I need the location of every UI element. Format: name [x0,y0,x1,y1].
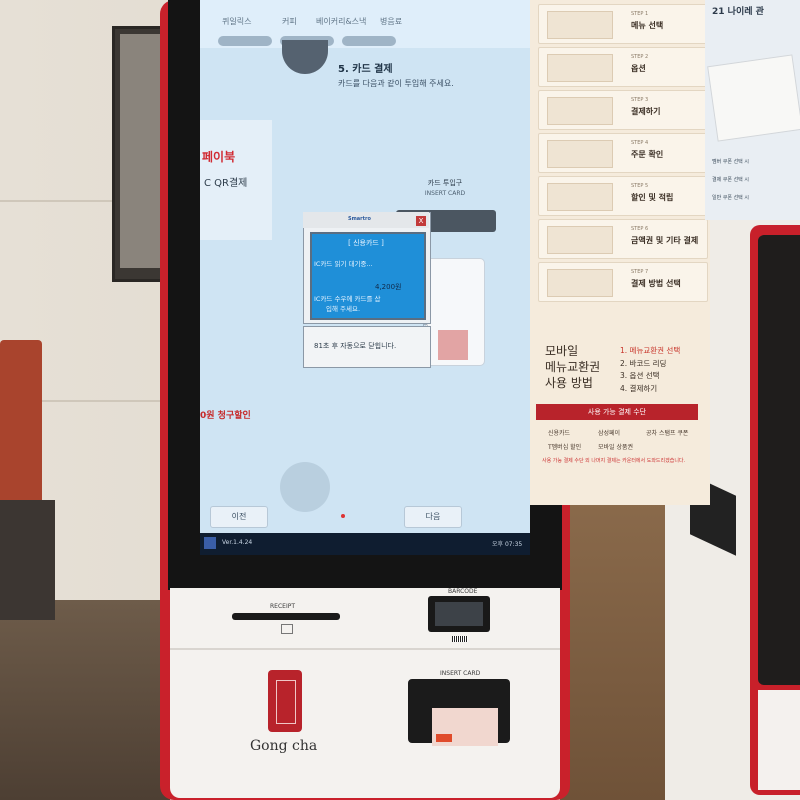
card-chip [436,734,452,742]
popup-brand: Smartro [348,216,371,222]
poster-step-number: STEP 6 [631,226,649,232]
popup-status-line: IC카드 읽기 대기중... [314,260,373,268]
card-slot-label: 카드 투입구 [427,179,463,187]
payment-methods-banner: 사용 가능 결제 수단 [536,404,698,420]
poster-step-name: 결제하기 [631,107,661,116]
poster-step-name: 주문 확인 [631,150,664,159]
mobile-step: 1. 메뉴교환권 선택 [620,346,681,355]
tab-bottle-drink[interactable]: 병음료 [380,16,402,27]
pay-method: 공차 스탬프 쿠폰 [646,430,689,437]
bottom-decoration [280,462,330,512]
poster-step-illustration [547,226,613,254]
poster-step: STEP 6 금액권 및 기타 결제 [538,219,708,259]
flyer-line: 멤버 쿠폰 선택 시 [712,159,749,165]
next-button[interactable]: 다음 [404,506,462,528]
card-slot-label-en: INSERT CARD [424,190,466,197]
mobile-step: 3. 옵션 선택 [620,371,660,380]
pay-method: 모바일 상품권 [598,444,634,451]
insert-arrow-icon [438,330,468,360]
poster-step: STEP 7 결제 방법 선택 [538,262,708,302]
payment-amount: 4,200원 [375,283,402,291]
kiosk-screen: 퀴일릭스 커피 베이커리&스낵 병음료 5. 카드 결제 카드를 다음과 같이 … [200,0,530,555]
mobile-voucher-steps: 1. 메뉴교환권 선택 2. 바코드 리딩 3. 옵션 선택 4. 결제하기 [620,345,680,395]
barcode-icon [452,636,468,642]
chair-seat [0,500,55,620]
poster-step: STEP 4 주문 확인 [538,133,708,173]
receipt-label: RECEIPT [270,603,295,610]
popup-instruction-line: IC카드 수우에 카드를 삽 [314,295,381,303]
receipt-slot [232,613,340,620]
poster-step: STEP 1 메뉴 선택 [538,4,708,44]
poster-step-number: STEP 1 [631,11,649,17]
page-indicator [341,514,345,518]
popup-title: [ 신용카드 ] [348,239,384,247]
barcode-label: BARCODE [448,588,478,595]
poster-step-name: 금액권 및 기타 결제 [631,236,699,245]
adjacent-kiosk-lower [758,690,800,790]
close-icon[interactable]: X [416,216,426,226]
poster-step-number: STEP 4 [631,140,649,146]
barcode-scanner-window [435,602,483,626]
mobile-voucher-title: 모바일 메뉴교환권 사용 방법 [545,343,600,391]
flyer-line: 결제 쿠폰 선택 시 [712,177,749,183]
popup-instruction-line: 입해 주세요. [326,305,361,313]
panel-divider [170,648,560,650]
discount-label: 0원 청구할인 [200,411,251,421]
pay-method: 신용카드 [548,430,571,437]
tab-pill [342,36,396,46]
chair-back [0,340,42,510]
receipt-icon [281,624,293,634]
pay-method: T멤버십 할인 [548,444,582,451]
poster-step-number: STEP 7 [631,269,649,275]
poster-step-illustration [547,97,613,125]
adjacent-kiosk-screen [758,235,800,685]
pay-method: 삼성페이 [598,430,621,437]
poster-step-number: STEP 5 [631,183,649,189]
poster-step-name: 할인 및 적립 [631,193,674,202]
auto-close-notice: 81초 후 자동으로 닫힙니다. [303,326,431,368]
poster-step-illustration [547,54,613,82]
poster-step-name: 옵션 [631,64,646,73]
poster-step-name: 결제 방법 선택 [631,279,681,288]
app-logo-icon [204,537,216,549]
auto-close-text: 81초 후 자동으로 닫힙니다. [314,342,397,350]
poster-step-name: 메뉴 선택 [631,21,664,30]
tab-category[interactable]: 퀴일릭스 [222,16,251,27]
step-title: 5. 카드 결제 [338,64,393,75]
payment-note: 사용 가능 결제 수단 외 나머지 결제는 카운터에서 도와드리겠습니다. [542,458,686,464]
status-clock: 오후 07:35 [492,541,523,548]
poster-step: STEP 5 할인 및 적립 [538,176,708,216]
poster-step-number: STEP 3 [631,97,649,103]
mobile-title-line: 모바일 [545,344,579,358]
poster-step: STEP 3 결제하기 [538,90,708,130]
wall-picture [120,34,162,268]
menu-thumbnail [282,40,328,74]
poster-step-illustration [547,183,613,211]
mobile-step: 4. 결제하기 [620,383,658,393]
poster-step-illustration [547,11,613,39]
poster-step-illustration [547,269,613,297]
prev-button[interactable]: 이전 [210,506,268,528]
tab-bakery-snack[interactable]: 베이커리&스낵 [316,16,366,27]
payback-brand: 페이북 [202,150,236,164]
tab-pill [218,36,272,46]
mobile-step: 2. 바코드 리딩 [620,358,667,368]
flyer-title: 21 나이레 관 [712,7,764,17]
logo-mark [276,680,296,724]
poster-step: STEP 2 옵션 [538,47,708,87]
mobile-title-line: 메뉴교환권 [545,360,601,374]
step-subtitle: 카드를 다음과 같이 투입해 주세요. [338,79,454,88]
brand-name: Gong cha [250,738,318,754]
payback-qr-label: C QR결제 [204,178,248,189]
insert-card-label: INSERT CARD [440,670,481,677]
tab-coffee[interactable]: 커피 [282,16,297,27]
floor [0,600,170,800]
wood-panel [560,500,670,800]
flyer-booklet [707,54,800,142]
poster-step-number: STEP 2 [631,54,649,60]
poster-step-illustration [547,140,613,168]
mobile-title-line: 사용 방법 [545,376,593,390]
flyer-line: 일반 쿠폰 선택 시 [712,195,749,201]
app-version: Ver.1.4.24 [222,539,253,546]
